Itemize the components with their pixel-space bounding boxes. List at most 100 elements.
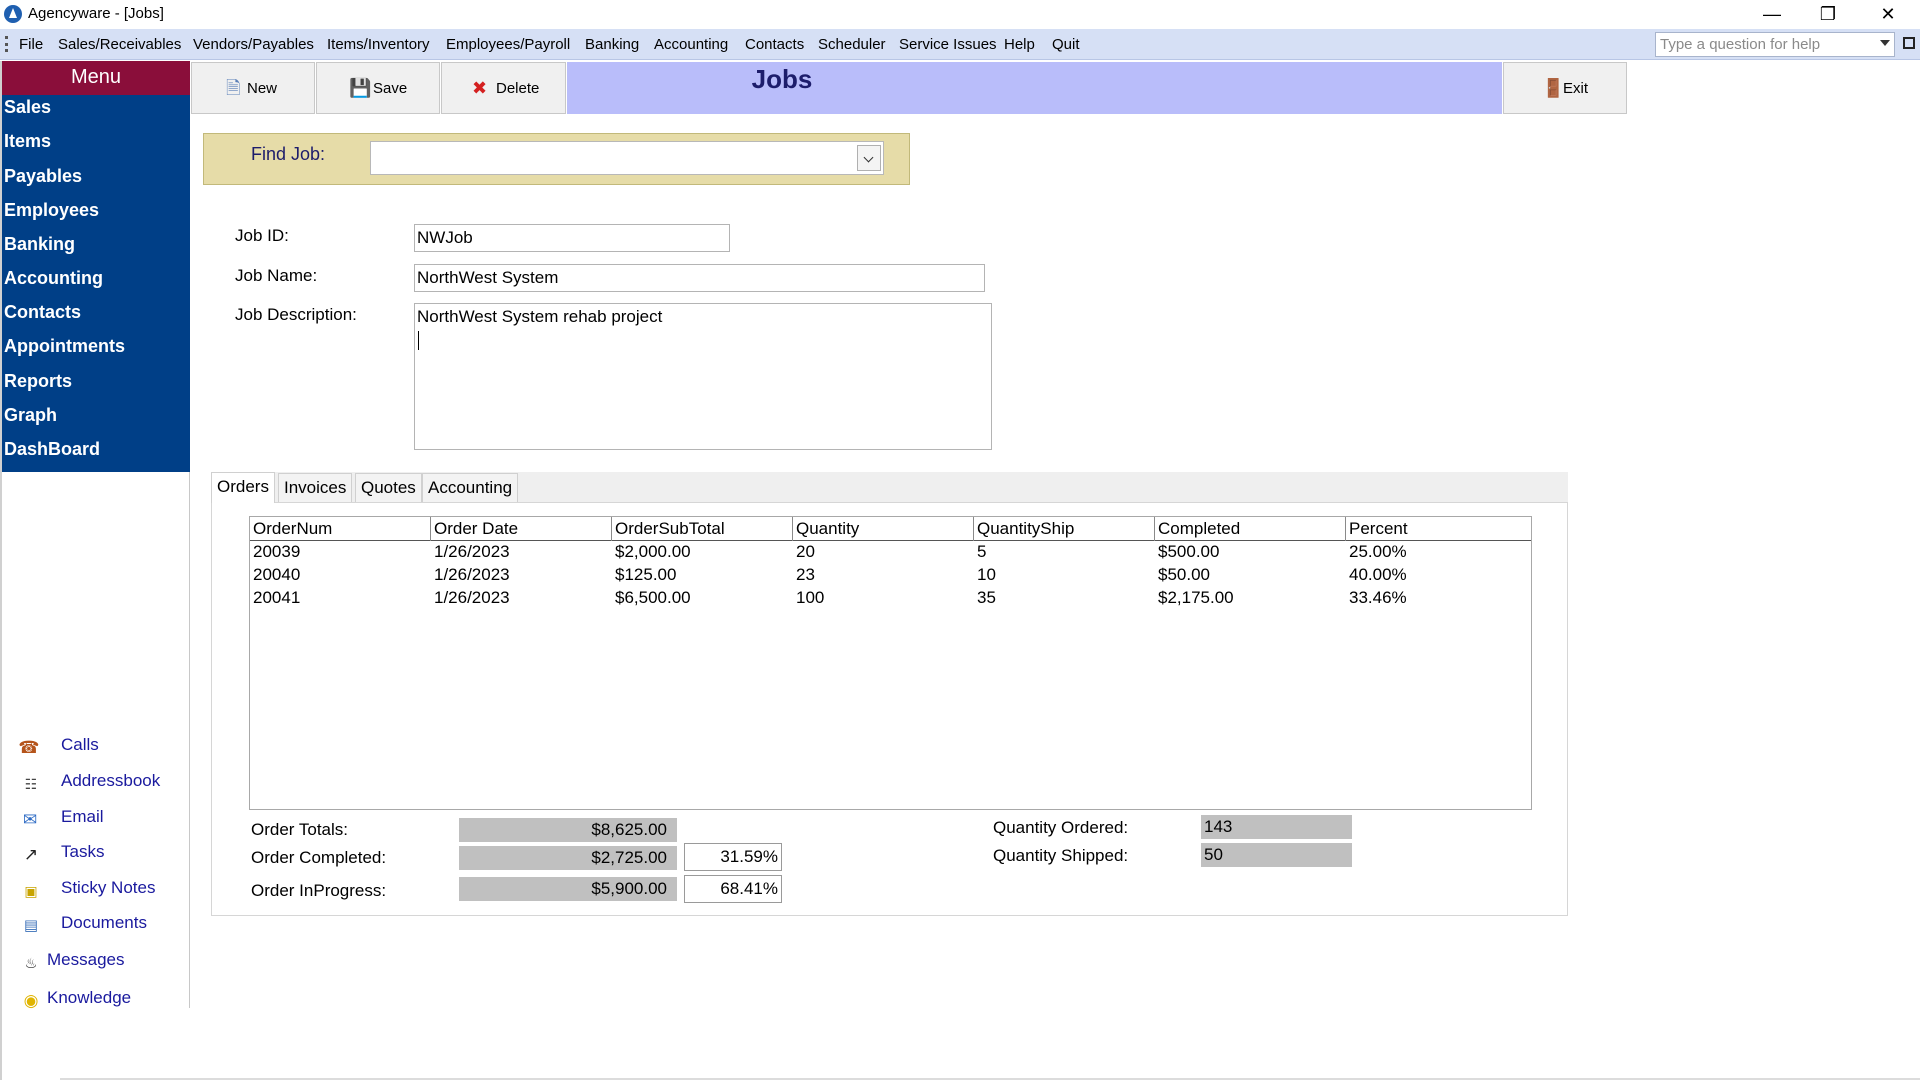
save-button[interactable]: 💾 Save <box>316 62 440 114</box>
cell-quantityship: 10 <box>977 565 996 584</box>
menu-service-issues[interactable]: Service Issues <box>899 36 997 53</box>
column-header-order-date[interactable]: Order Date <box>431 517 612 541</box>
exit-button[interactable]: 🚪 Exit <box>1503 62 1627 114</box>
menu-help[interactable]: Help <box>1004 36 1035 53</box>
cell-completed: $2,175.00 <box>1158 588 1234 607</box>
delete-x-icon: ✖ <box>472 78 488 98</box>
restore-button[interactable]: ❐ <box>1800 0 1856 29</box>
tab-invoices[interactable]: Invoices <box>278 473 353 502</box>
email-icon: ✉ <box>22 810 38 829</box>
cell-quantityship: 35 <box>977 588 996 607</box>
chevron-down-icon[interactable] <box>857 145 881 171</box>
menu-scheduler[interactable]: Scheduler <box>818 36 886 53</box>
cell-quantityship: 5 <box>977 542 987 561</box>
job-description-label: Job Description: <box>235 305 357 324</box>
cell-percent: 33.46% <box>1349 588 1407 607</box>
sidebar-item-appointments[interactable]: Appointments <box>4 336 125 357</box>
job-id-field[interactable]: NWJob <box>414 224 730 252</box>
order-completed-value: $2,725.00 <box>459 846 677 870</box>
minimize-button[interactable]: — <box>1744 0 1800 29</box>
column-header-quantityship[interactable]: QuantityShip <box>974 517 1155 541</box>
cell-order-date: 1/26/2023 <box>434 588 510 607</box>
job-description-text: NorthWest System rehab project <box>417 307 663 326</box>
sidebar-item-reports[interactable]: Reports <box>4 371 72 392</box>
quick-link-email[interactable]: ✉ Email <box>0 805 188 835</box>
sidebar-item-accounting[interactable]: Accounting <box>4 268 103 289</box>
menu-quit[interactable]: Quit <box>1052 36 1080 53</box>
quick-link-calls[interactable]: ☎ Calls <box>0 733 188 763</box>
order-completed-percent: 31.59% <box>684 843 782 871</box>
sidebar-item-items[interactable]: Items <box>4 131 51 152</box>
help-search-input[interactable]: Type a question for help <box>1655 32 1895 57</box>
quick-link-documents[interactable]: ▤ Documents <box>0 911 188 941</box>
sidebar-item-payables[interactable]: Payables <box>4 166 82 187</box>
menu-bar: File Sales/Receivables Vendors/Payables … <box>0 29 1920 60</box>
sidebar-item-banking[interactable]: Banking <box>4 234 75 255</box>
quick-link-addressbook[interactable]: ☷ Addressbook <box>0 769 188 799</box>
sidebar-nav: Sales Items Payables Employees Banking A… <box>2 95 190 472</box>
sidebar-item-dashboard[interactable]: DashBoard <box>4 439 100 460</box>
help-dropdown-icon[interactable] <box>1880 40 1890 46</box>
quick-link-sticky-notes[interactable]: ▣ Sticky Notes <box>0 876 188 906</box>
cell-order-date: 1/26/2023 <box>434 565 510 584</box>
tasks-icon: ↗ <box>23 845 39 864</box>
orders-grid[interactable]: OrderNum Order Date OrderSubTotal Quanti… <box>249 516 1532 810</box>
cell-ordersubtotal: $125.00 <box>615 565 677 584</box>
order-inprogress-percent: 68.41% <box>684 875 782 903</box>
page-title: Jobs <box>751 64 813 94</box>
cell-ordersubtotal: $6,500.00 <box>615 588 691 607</box>
find-job-label: Find Job: <box>251 144 326 164</box>
delete-button[interactable]: ✖ Delete <box>441 62 566 114</box>
order-completed-label: Order Completed: <box>251 848 387 867</box>
exit-door-icon: 🚪 <box>1542 78 1565 98</box>
column-header-percent[interactable]: Percent <box>1346 517 1531 541</box>
menu-employees-payroll[interactable]: Employees/Payroll <box>446 36 570 53</box>
tab-accounting[interactable]: Accounting <box>422 473 519 502</box>
tab-orders[interactable]: Orders <box>211 472 275 503</box>
sidebar-item-graph[interactable]: Graph <box>4 405 57 426</box>
addressbook-icon: ☷ <box>24 776 38 792</box>
orders-grid-header: OrderNum Order Date OrderSubTotal Quanti… <box>250 517 1531 541</box>
text-caret <box>418 331 419 350</box>
sidebar-item-employees[interactable]: Employees <box>4 200 99 221</box>
cell-quantity: 23 <box>796 565 815 584</box>
sidebar-item-contacts[interactable]: Contacts <box>4 302 81 323</box>
menu-vendors-payables[interactable]: Vendors/Payables <box>193 36 314 53</box>
save-icon: 💾 <box>349 78 372 98</box>
menubar-grip <box>5 36 8 52</box>
menu-items-inventory[interactable]: Items/Inventory <box>327 36 430 53</box>
lightbulb-icon: ◉ <box>23 991 39 1010</box>
order-inprogress-value: $5,900.00 <box>459 877 677 901</box>
cell-order-date: 1/26/2023 <box>434 542 510 561</box>
cell-ordernum: 20040 <box>253 565 301 584</box>
column-header-completed[interactable]: Completed <box>1155 517 1346 541</box>
quick-link-messages[interactable]: ♨ Messages <box>0 948 188 978</box>
find-job-panel: Find Job: <box>203 133 910 185</box>
order-inprogress-label: Order InProgress: <box>251 881 387 900</box>
order-totals-value: $8,625.00 <box>459 818 677 842</box>
close-button[interactable]: ✕ <box>1860 0 1916 29</box>
mdi-restore-icon[interactable] <box>1903 37 1915 49</box>
column-header-quantity[interactable]: Quantity <box>793 517 974 541</box>
quantity-shipped-label: Quantity Shipped: <box>993 846 1129 865</box>
job-name-label: Job Name: <box>235 266 318 285</box>
title-bar: Agencyware - [Jobs] — ❐ ✕ <box>0 0 1920 29</box>
quick-link-knowledge[interactable]: ◉ Knowledge <box>0 986 188 1016</box>
app-logo-icon <box>4 5 22 23</box>
messages-icon: ♨ <box>24 955 38 971</box>
column-header-ordersubtotal[interactable]: OrderSubTotal <box>612 517 793 541</box>
new-button[interactable]: 🗎 New <box>191 62 315 114</box>
sidebar-divider <box>189 472 190 1008</box>
menu-banking[interactable]: Banking <box>585 36 639 53</box>
quick-link-tasks[interactable]: ↗ Tasks <box>0 840 188 870</box>
column-header-ordernum[interactable]: OrderNum <box>250 517 431 541</box>
menu-contacts[interactable]: Contacts <box>745 36 804 53</box>
tab-quotes[interactable]: Quotes <box>355 473 422 502</box>
menu-sales-receivables[interactable]: Sales/Receivables <box>58 36 181 53</box>
job-description-field[interactable]: NorthWest System rehab project <box>414 303 992 450</box>
find-job-combo[interactable] <box>370 141 884 175</box>
menu-accounting[interactable]: Accounting <box>654 36 728 53</box>
job-name-field[interactable]: NorthWest System <box>414 264 985 292</box>
sidebar-item-sales[interactable]: Sales <box>4 97 51 118</box>
menu-file[interactable]: File <box>19 36 43 53</box>
